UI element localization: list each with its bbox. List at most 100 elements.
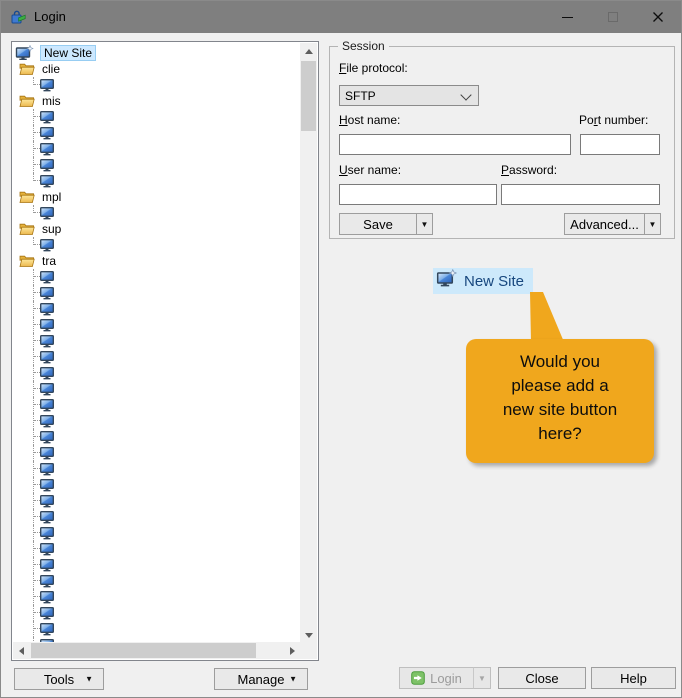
computer-icon xyxy=(39,574,55,589)
callout-text-line: here? xyxy=(466,422,654,446)
tree-site-item[interactable] xyxy=(13,365,300,381)
tree-item-new-site[interactable]: New Site xyxy=(13,45,300,61)
host-name-input[interactable] xyxy=(339,134,571,155)
tree-connector xyxy=(33,381,34,397)
advanced-dropdown-button[interactable]: ▼ xyxy=(644,214,660,234)
tree-site-item[interactable] xyxy=(13,605,300,621)
computer-icon xyxy=(39,510,55,525)
tree-site-item[interactable] xyxy=(13,557,300,573)
tree-connector xyxy=(33,429,34,445)
tree-folder-item[interactable]: mpl xyxy=(13,189,300,205)
tree-site-item[interactable] xyxy=(13,285,300,301)
tree-folder-item[interactable]: mis xyxy=(13,93,300,109)
tree-site-item[interactable] xyxy=(13,477,300,493)
help-button[interactable]: Help xyxy=(591,667,676,689)
save-dropdown-button[interactable]: ▼ xyxy=(416,214,432,234)
tree-folder-item[interactable]: tra xyxy=(13,253,300,269)
tree-site-item[interactable] xyxy=(13,333,300,349)
tree-site-item[interactable] xyxy=(13,493,300,509)
tree-site-item[interactable] xyxy=(13,525,300,541)
computer-icon xyxy=(39,398,55,413)
save-split-button: Save ▼ xyxy=(339,213,433,235)
scrollbar-corner xyxy=(300,642,317,659)
tree-site-item[interactable] xyxy=(13,381,300,397)
close-button[interactable]: Close xyxy=(498,667,586,689)
manage-button[interactable]: Manage ▼ xyxy=(214,668,308,690)
tree-site-item[interactable] xyxy=(13,509,300,525)
tree-site-item[interactable] xyxy=(13,301,300,317)
tools-button[interactable]: Tools ▼ xyxy=(14,668,104,690)
folder-icon xyxy=(19,254,35,268)
minimize-icon xyxy=(562,17,573,18)
tree-connector xyxy=(33,397,34,413)
vertical-scrollbar[interactable] xyxy=(300,43,317,644)
vertical-scrollbar-thumb[interactable] xyxy=(301,61,316,131)
computer-icon xyxy=(39,526,55,541)
tree-site-item[interactable] xyxy=(13,413,300,429)
computer-icon xyxy=(39,174,55,189)
user-name-label: User name: xyxy=(339,163,401,177)
tree-site-item[interactable] xyxy=(13,349,300,365)
minimize-button[interactable] xyxy=(551,1,583,33)
tree-site-item[interactable] xyxy=(13,109,300,125)
tree-site-item[interactable] xyxy=(13,317,300,333)
tree-connector xyxy=(33,525,34,541)
password-label: Password: xyxy=(501,163,557,177)
horizontal-scrollbar[interactable] xyxy=(13,642,301,659)
tree-site-item[interactable] xyxy=(13,589,300,605)
scroll-down-icon xyxy=(305,633,313,638)
maximize-button[interactable] xyxy=(597,1,629,33)
tree-site-item[interactable] xyxy=(13,125,300,141)
tree-site-item[interactable] xyxy=(13,621,300,637)
tree-site-item[interactable] xyxy=(13,445,300,461)
close-window-button[interactable] xyxy=(642,1,674,33)
tree-site-item[interactable] xyxy=(13,157,300,173)
tree-site-item[interactable] xyxy=(13,429,300,445)
tree-site-item[interactable] xyxy=(13,541,300,557)
session-group: Session File protocol: SFTP Host name: P… xyxy=(329,46,675,239)
file-protocol-label: File protocol: xyxy=(339,61,408,75)
file-protocol-select[interactable]: SFTP xyxy=(339,85,479,106)
tree-folder-label: tra xyxy=(40,254,58,268)
port-number-label: Port number: xyxy=(579,113,648,127)
tree-site-item[interactable] xyxy=(13,573,300,589)
tree-folder-item[interactable]: clie xyxy=(13,61,300,77)
host-name-label: Host name: xyxy=(339,113,400,127)
scroll-right-button[interactable] xyxy=(284,642,301,659)
callout-text-line: new site button xyxy=(466,398,654,422)
tree-connector xyxy=(33,269,34,285)
folder-icon xyxy=(19,222,35,236)
tree-connector xyxy=(33,333,34,349)
dropdown-arrow-icon: ▼ xyxy=(478,674,486,683)
tree-folder-label: mpl xyxy=(40,190,63,204)
port-number-input[interactable] xyxy=(581,135,682,154)
tree-site-item[interactable] xyxy=(13,237,300,253)
tree-site-item[interactable] xyxy=(13,173,300,189)
password-input[interactable] xyxy=(501,184,660,205)
callout-tail xyxy=(525,291,567,343)
user-name-input[interactable] xyxy=(339,184,497,205)
save-button[interactable]: Save xyxy=(340,214,416,234)
tree-site-item[interactable] xyxy=(13,205,300,221)
new-site-button[interactable]: New Site xyxy=(433,268,533,294)
login-dropdown-button[interactable]: ▼ xyxy=(473,667,491,689)
login-button[interactable]: Login xyxy=(399,667,474,689)
computer-icon xyxy=(39,110,55,125)
horizontal-scrollbar-thumb[interactable] xyxy=(31,643,256,658)
computer-icon xyxy=(39,158,55,173)
tree-site-item[interactable] xyxy=(13,397,300,413)
tree-site-item[interactable] xyxy=(13,269,300,285)
tree-site-item[interactable] xyxy=(13,461,300,477)
scroll-left-button[interactable] xyxy=(13,642,30,659)
dropdown-arrow-icon: ▼ xyxy=(289,675,297,684)
tree-site-item[interactable] xyxy=(13,77,300,93)
computer-icon xyxy=(39,430,55,445)
scroll-left-icon xyxy=(19,647,24,655)
maximize-icon xyxy=(608,12,618,22)
scroll-up-button[interactable] xyxy=(300,43,317,60)
tree-site-item[interactable] xyxy=(13,141,300,157)
scroll-right-icon xyxy=(290,647,295,655)
tree-folder-item[interactable]: sup xyxy=(13,221,300,237)
file-protocol-value: SFTP xyxy=(345,89,376,103)
advanced-button[interactable]: Advanced... xyxy=(565,214,644,234)
